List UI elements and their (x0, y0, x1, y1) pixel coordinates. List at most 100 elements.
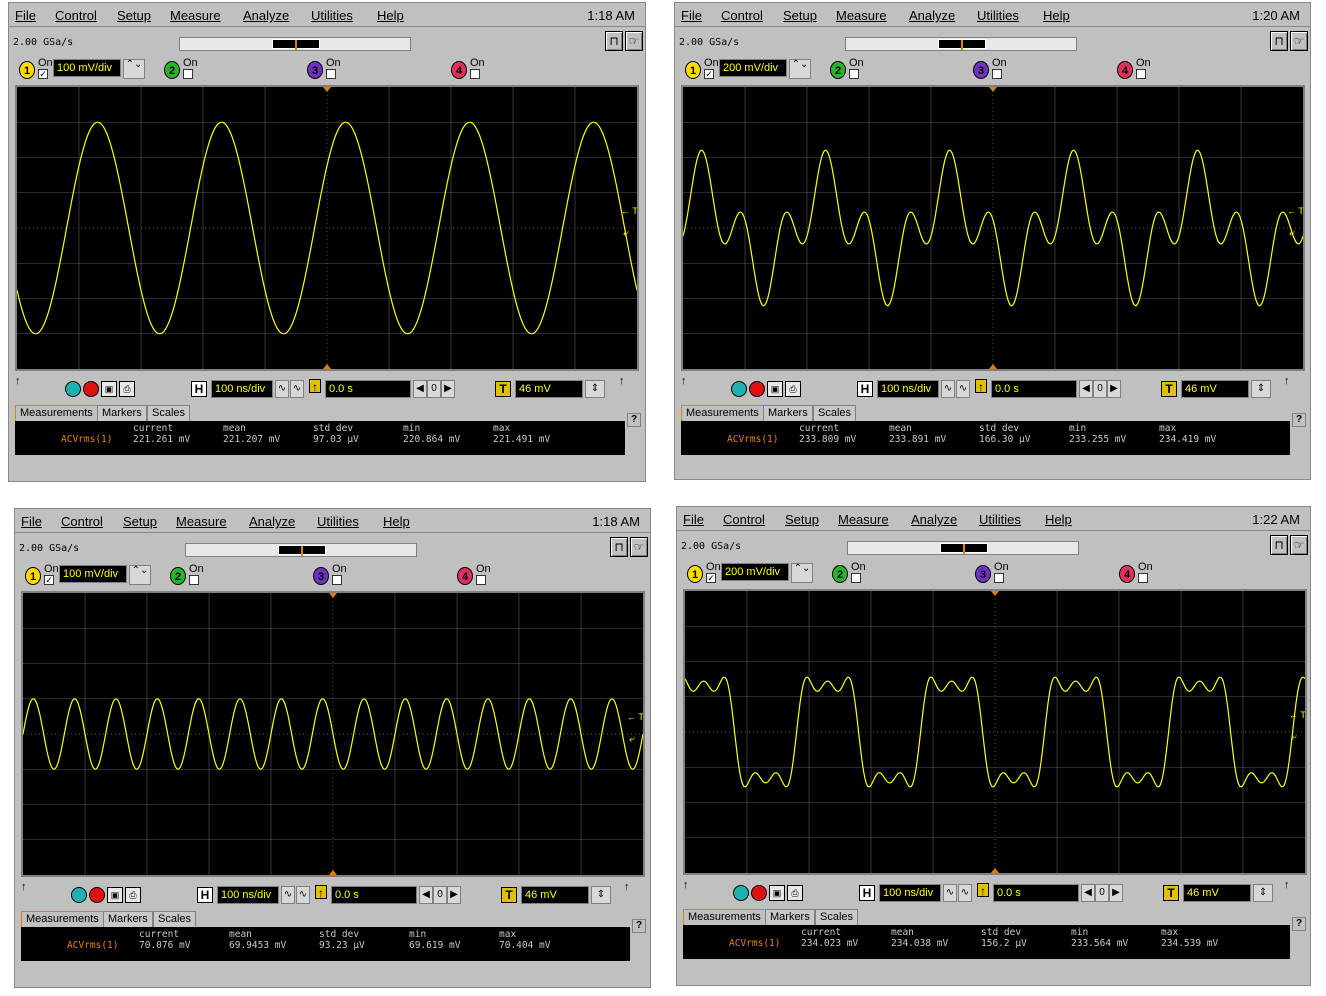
meas-label[interactable]: ACVrms(1) (727, 434, 778, 445)
trigger-level-spinner[interactable]: ⇕ (591, 886, 611, 904)
menu-analyze[interactable]: Analyze (911, 512, 957, 527)
memory-overview-bar[interactable] (179, 37, 411, 51)
meas-label[interactable]: ACVrms(1) (61, 434, 112, 445)
channel-2-badge[interactable]: 2 (830, 61, 846, 79)
ch1-scale-spinner[interactable]: ⌃⌄ (129, 565, 151, 585)
time-scale-spinner[interactable]: ∿ (275, 380, 289, 398)
menu-analyze[interactable]: Analyze (249, 514, 295, 529)
time-scale-spinner[interactable]: ∿ (943, 884, 957, 902)
menu-analyze[interactable]: Analyze (243, 8, 289, 23)
time-scale-spinner[interactable]: ∿ (941, 380, 955, 398)
channel-1-checkbox[interactable]: ✓ (704, 69, 714, 79)
menu-control[interactable]: Control (721, 8, 763, 23)
help-button[interactable]: ? (1292, 413, 1306, 427)
pointer-button[interactable]: ☞ (625, 31, 643, 51)
channel-1-checkbox[interactable]: ✓ (44, 575, 54, 585)
run-button[interactable] (71, 887, 87, 903)
meas-label[interactable]: ACVrms(1) (67, 940, 118, 951)
trigger-level-field[interactable]: 46 mV (1181, 380, 1249, 398)
stop-button[interactable] (83, 381, 99, 397)
delay-zero-button[interactable]: 0 (427, 380, 441, 398)
channel-3-checkbox[interactable] (326, 69, 336, 79)
delay-right-button[interactable]: ▶ (1109, 884, 1123, 902)
menu-setup[interactable]: Setup (117, 8, 151, 23)
print-button[interactable]: ⎙ (787, 885, 803, 901)
channel-4-badge[interactable]: 4 (451, 61, 467, 79)
channel-3-badge[interactable]: 3 (975, 565, 991, 583)
channel-2-checkbox[interactable] (849, 69, 859, 79)
acquire-mode-button[interactable]: ⊓ (1270, 535, 1288, 555)
delay-field[interactable]: 0.0 s (991, 380, 1077, 398)
autoscale-button[interactable]: ▣ (107, 887, 123, 903)
ch1-scale-field[interactable]: 100 mV/div (59, 565, 127, 583)
delay-zero-button[interactable]: 0 (1095, 884, 1109, 902)
run-button[interactable] (65, 381, 81, 397)
channel-2-badge[interactable]: 2 (170, 567, 186, 585)
channel-3-badge[interactable]: 3 (307, 61, 323, 79)
channel-3-checkbox[interactable] (994, 573, 1004, 583)
tab-markers[interactable]: Markers (103, 911, 153, 927)
channel-1-badge[interactable]: 1 (685, 61, 701, 79)
tab-scales[interactable]: Scales (153, 911, 197, 927)
trigger-level-spinner[interactable]: ⇕ (585, 380, 605, 398)
menu-setup[interactable]: Setup (123, 514, 157, 529)
channel-4-checkbox[interactable] (1136, 69, 1146, 79)
channel-2-badge[interactable]: 2 (832, 565, 848, 583)
delay-field[interactable]: 0.0 s (993, 884, 1079, 902)
ch1-scale-spinner[interactable]: ⌃⌄ (123, 59, 145, 79)
meas-label[interactable]: ACVrms(1) (729, 938, 780, 949)
channel-3-badge[interactable]: 3 (973, 61, 989, 79)
pointer-button[interactable]: ☞ (630, 537, 648, 557)
memory-overview-bar[interactable] (845, 37, 1077, 51)
menu-measure[interactable]: Measure (176, 514, 227, 529)
help-button[interactable]: ? (1292, 917, 1306, 931)
channel-2-badge[interactable]: 2 (164, 61, 180, 79)
menu-utilities[interactable]: Utilities (979, 512, 1021, 527)
time-scale-spinner[interactable]: ∿ (281, 886, 295, 904)
delay-zero-button[interactable]: 0 (433, 886, 447, 904)
delay-left-button[interactable]: ◀ (1079, 380, 1093, 398)
menu-measure[interactable]: Measure (836, 8, 887, 23)
time-scale-field[interactable]: 100 ns/div (879, 884, 941, 902)
channel-4-badge[interactable]: 4 (1119, 565, 1135, 583)
tab-markers[interactable]: Markers (763, 405, 813, 421)
delay-field[interactable]: 0.0 s (325, 380, 411, 398)
menu-measure[interactable]: Measure (838, 512, 889, 527)
channel-2-checkbox[interactable] (189, 575, 199, 585)
menu-help[interactable]: Help (1043, 8, 1070, 23)
menu-control[interactable]: Control (723, 512, 765, 527)
acquire-mode-button[interactable]: ⊓ (1270, 31, 1288, 51)
channel-4-badge[interactable]: 4 (457, 567, 473, 585)
channel-1-badge[interactable]: 1 (19, 61, 35, 79)
menu-utilities[interactable]: Utilities (977, 8, 1019, 23)
delay-left-button[interactable]: ◀ (419, 886, 433, 904)
menu-file[interactable]: File (683, 512, 704, 527)
menu-setup[interactable]: Setup (785, 512, 819, 527)
menu-control[interactable]: Control (55, 8, 97, 23)
time-ref-toggle[interactable]: ∿ (958, 884, 972, 902)
menu-control[interactable]: Control (61, 514, 103, 529)
help-button[interactable]: ? (627, 413, 641, 427)
delay-left-button[interactable]: ◀ (1081, 884, 1095, 902)
channel-3-checkbox[interactable] (332, 575, 342, 585)
run-button[interactable] (733, 885, 749, 901)
tab-scales[interactable]: Scales (147, 405, 191, 421)
memory-overview-bar[interactable] (847, 541, 1079, 555)
menu-utilities[interactable]: Utilities (317, 514, 359, 529)
print-button[interactable]: ⎙ (125, 887, 141, 903)
tab-markers[interactable]: Markers (97, 405, 147, 421)
channel-4-checkbox[interactable] (476, 575, 486, 585)
delay-right-button[interactable]: ▶ (447, 886, 461, 904)
delay-zero-button[interactable]: 0 (1093, 380, 1107, 398)
channel-2-checkbox[interactable] (851, 573, 861, 583)
time-ref-toggle[interactable]: ∿ (956, 380, 970, 398)
acquire-mode-button[interactable]: ⊓ (605, 31, 623, 51)
trigger-position-marker[interactable] (989, 87, 997, 92)
menu-help[interactable]: Help (377, 8, 404, 23)
trigger-level-field[interactable]: 46 mV (515, 380, 583, 398)
trigger-position-marker[interactable] (323, 87, 331, 92)
trigger-position-marker[interactable] (991, 591, 999, 596)
channel-4-checkbox[interactable] (470, 69, 480, 79)
stop-button[interactable] (749, 381, 765, 397)
delay-field[interactable]: 0.0 s (331, 886, 417, 904)
